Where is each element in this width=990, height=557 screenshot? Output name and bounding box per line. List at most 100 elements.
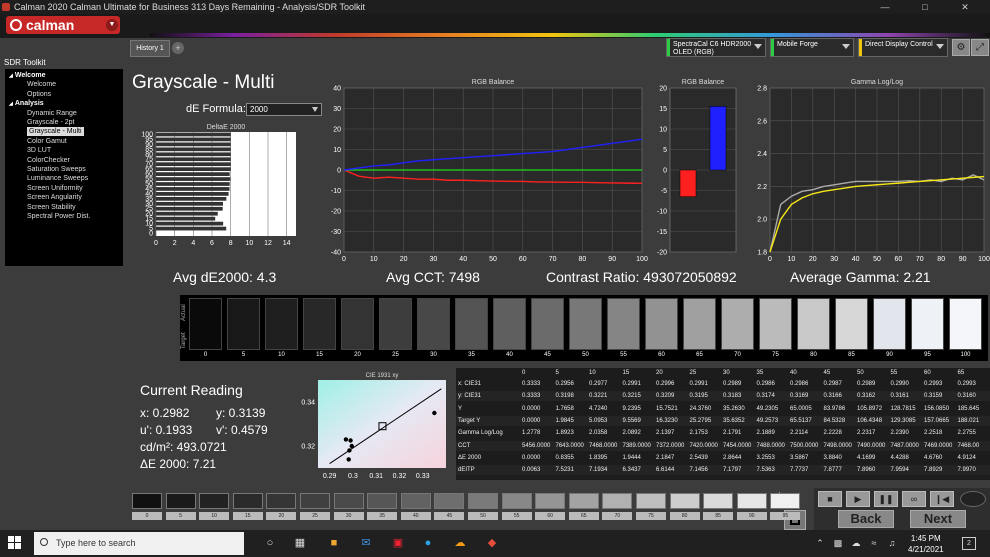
chevron-up-icon[interactable]: ⌃ [814,536,826,551]
reading-u: u': 0.1933 [140,423,193,437]
sidebar-item[interactable]: 3D LUT [27,146,51,155]
sidebar-item[interactable]: Color Gamut [27,137,67,146]
table-cell: 1.9845 [555,417,574,424]
record-button[interactable] [960,491,986,507]
swatch-label: 15 [316,352,323,358]
table-column-header: 50 [857,370,864,376]
table-cell: 0.2993 [924,381,943,387]
gift-icon[interactable]: ▣ [390,536,406,551]
maximize-button[interactable]: □ [910,0,940,14]
calman-taskbar-icon[interactable]: ◆ [484,536,500,551]
table-cell: 7468.00 [957,442,980,449]
chevron-down-icon[interactable]: ▼ [106,19,118,31]
sidebar-item-label: Screen Uniformity [27,184,83,192]
sidebar-item[interactable]: Dynamic Range [27,109,77,118]
sidebar-item[interactable]: Grayscale - 2pt [27,118,74,127]
sidebar-item[interactable]: Welcome [27,80,56,89]
clock[interactable]: 1:45 PM 4/21/2021 [908,533,944,555]
patch-thumbnail[interactable] [367,493,398,509]
patch-thumbnail[interactable] [300,493,330,509]
sidebar-item[interactable]: Options [27,90,51,99]
sidebar-item[interactable]: Saturation Sweeps [27,165,86,174]
patch-thumbnail[interactable] [132,493,162,509]
patch-thumbnail[interactable] [501,493,532,509]
expand-triangle-icon[interactable]: ◢ [9,73,13,79]
taskbar: Type here to search ○ ▦ ■ ✉ ▣ ● ☁ ◆ ⌃ ▩ … [0,530,990,557]
patch-thumbnail[interactable] [636,493,666,509]
patch-thumbnail[interactable] [669,493,700,509]
patch-thumbnail[interactable] [736,493,767,509]
wifi-icon[interactable]: ≈ [868,536,880,551]
task-view-icon[interactable]: ○ [262,536,278,551]
sidebar-item[interactable]: Spectral Power Dist. [27,212,90,221]
loop-button[interactable]: ∞ [902,491,926,507]
expand-triangle-icon[interactable]: ◢ [9,101,13,107]
chart-tick-label: 0.32 [301,444,315,451]
tab-history[interactable]: History 1 [130,40,170,57]
windows-start-icon[interactable] [8,536,22,550]
patch-thumbnail[interactable] [232,493,263,509]
sidebar-item[interactable]: Screen Stability [27,203,76,212]
calman-logo[interactable]: calman ▼ [6,16,120,34]
sidebar-item[interactable]: Screen Angularity [27,193,82,202]
patch-thumbnail[interactable] [434,493,465,509]
patch-thumbnail-label: 35 [367,512,398,520]
chart-tick-label: 2.4 [757,151,767,158]
device-source[interactable]: Mobile Forge [770,38,854,57]
file-explorer-icon[interactable]: ■ [326,536,342,551]
patch-thumbnail[interactable] [333,493,364,509]
patch-thumbnail[interactable] [703,493,734,509]
sidebar-item-label: Screen Angularity [27,194,82,202]
device-display[interactable]: Direct Display Control [858,38,948,57]
patch-thumbnail[interactable] [468,493,498,509]
table-cell: 105.8972 [857,405,883,412]
settings-gear-icon[interactable]: ⚙ [952,39,970,56]
expand-icon[interactable]: ⤢ [971,39,989,56]
chart-point [347,448,352,453]
table-column-header: 5 [555,370,559,376]
patch-thumbnail[interactable] [770,493,801,509]
minimize-button[interactable]: — [870,0,900,14]
device-meter[interactable]: SpectraCal C6 HDR2000 OLED (RGB) [666,38,766,57]
table-cell: 7372.0000 [656,442,685,449]
swatch [721,298,754,350]
patch-thumbnail[interactable] [568,493,599,509]
mail-icon[interactable]: ✉ [358,536,374,551]
patch-thumbnail[interactable] [165,493,196,509]
multitask-icon[interactable]: ▦ [292,536,308,551]
sidebar-item[interactable]: Grayscale - Multi [27,127,84,137]
sidebar-item[interactable]: ColorChecker [27,156,70,165]
stop-measure-button[interactable]: ■ [818,491,842,507]
patch-thumbnail[interactable] [535,493,566,509]
table-cell: 5.0953 [589,417,608,424]
edge-browser-icon[interactable]: ● [420,536,436,551]
chart-bar [156,137,231,142]
table-cell: 7.5363 [756,467,775,474]
back-button[interactable]: Back [838,510,894,528]
volume-icon[interactable]: ♫ [886,536,898,551]
notifications-icon[interactable]: 2 [962,537,976,550]
add-tab-button[interactable]: + [172,42,184,54]
close-button[interactable]: ✕ [950,0,980,14]
sidebar-item[interactable]: ◢ Welcome [9,71,45,80]
stepback-button[interactable]: ❙◀ [930,491,954,507]
table-cell: 2.1847 [656,454,675,461]
tray-app-icon[interactable]: ▩ [832,536,844,551]
next-button[interactable]: Next [910,510,966,528]
patch-thumbnail[interactable] [199,493,230,509]
cloud-icon[interactable]: ☁ [850,536,862,551]
pause-button[interactable]: ❚❚ [874,491,898,507]
sidebar-item[interactable]: ◢ Analysis [9,99,44,108]
swatch [569,298,602,350]
patch-thumbnail[interactable] [400,493,431,509]
cloud-app-icon[interactable]: ☁ [452,536,468,551]
chart-title: RGB Balance [682,79,725,86]
sidebar-item[interactable]: Screen Uniformity [27,184,83,193]
play-button[interactable]: ▶ [846,491,870,507]
table-column-header: 20 [656,370,663,376]
patch-thumbnail[interactable] [266,493,297,509]
de-formula-select[interactable]: 2000 [246,103,322,116]
patch-thumbnail[interactable] [602,493,633,509]
taskbar-search[interactable]: Type here to search [34,532,244,555]
sidebar-item[interactable]: Luminance Sweeps [27,174,88,183]
